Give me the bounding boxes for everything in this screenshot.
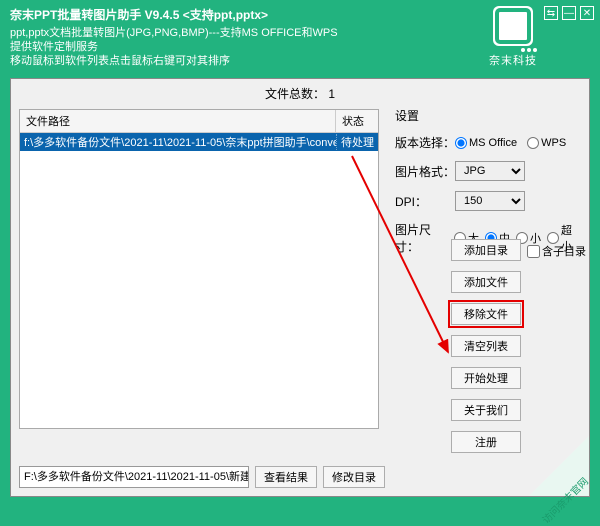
add-dir-button[interactable]: 添加目录 [451, 239, 521, 261]
size-label: 图片尺寸： [395, 221, 454, 255]
start-process-button[interactable]: 开始处理 [451, 367, 521, 389]
minimize-button[interactable]: — [562, 6, 576, 20]
view-result-button[interactable]: 查看结果 [255, 466, 317, 488]
about-button[interactable]: 关于我们 [451, 399, 521, 421]
include-subdir-checkbox[interactable]: 含子目录 [527, 243, 586, 259]
close-button[interactable]: ✕ [580, 6, 594, 20]
brand-logo: 奈末科技 [486, 6, 540, 72]
logo-icon [493, 6, 533, 46]
file-list[interactable]: 文件路径 状态 f:\多多软件备份文件\2021-11\2021-11-05\奈… [19, 109, 379, 429]
add-file-button[interactable]: 添加文件 [451, 271, 521, 293]
format-select[interactable]: JPG [455, 161, 525, 181]
version-radio-group: MS Office WPS [455, 137, 566, 149]
title-bar: 奈末PPT批量转图片助手 V9.4.5 <支持ppt,pptx> ppt,ppt… [0, 0, 600, 78]
radio-wps[interactable] [527, 137, 539, 149]
file-total-label: 文件总数： 1 [11, 85, 589, 102]
settings-title: 设置 [391, 107, 581, 124]
modify-dir-button[interactable]: 修改目录 [323, 466, 385, 488]
row-path: f:\多多软件备份文件\2021-11\2021-11-05\奈末ppt拼图助手… [20, 134, 336, 150]
dpi-label: DPI： [395, 193, 455, 210]
settings-window-button[interactable]: ⇆ [544, 6, 558, 20]
dpi-select[interactable]: 150 [455, 191, 525, 211]
row-status: 待处理 [336, 134, 378, 150]
dpi-row: DPI： 150 [391, 191, 581, 211]
column-status-header[interactable]: 状态 [336, 110, 378, 132]
format-label: 图片格式： [395, 163, 455, 180]
table-row[interactable]: f:\多多软件备份文件\2021-11\2021-11-05\奈末ppt拼图助手… [20, 133, 378, 151]
logo-text: 奈末科技 [489, 52, 537, 68]
window-controls: ⇆ — ✕ [544, 6, 594, 20]
version-label: 版本选择： [395, 134, 455, 151]
column-path-header[interactable]: 文件路径 [20, 110, 336, 132]
version-option-wps[interactable]: WPS [527, 137, 566, 149]
version-row: 版本选择： MS Office WPS [391, 134, 581, 151]
file-total-text: 文件总数： [265, 87, 325, 101]
remove-file-button[interactable]: 移除文件 [451, 303, 521, 325]
format-row: 图片格式： JPG [391, 161, 581, 181]
action-button-column: 添加目录 添加文件 移除文件 清空列表 开始处理 关于我们 注册 [451, 239, 521, 453]
file-total-value: 1 [328, 87, 335, 101]
clear-list-button[interactable]: 清空列表 [451, 335, 521, 357]
register-button[interactable]: 注册 [451, 431, 521, 453]
radio-msoffice[interactable] [455, 137, 467, 149]
output-path-input[interactable]: F:\多多软件备份文件\2021-11\2021-11-05\新建文件夹 [19, 466, 249, 488]
version-option-msoffice[interactable]: MS Office [455, 137, 517, 149]
include-subdir-input[interactable] [527, 245, 540, 258]
list-header: 文件路径 状态 [20, 110, 378, 133]
main-panel: 文件总数： 1 文件路径 状态 f:\多多软件备份文件\2021-11\2021… [10, 78, 590, 497]
